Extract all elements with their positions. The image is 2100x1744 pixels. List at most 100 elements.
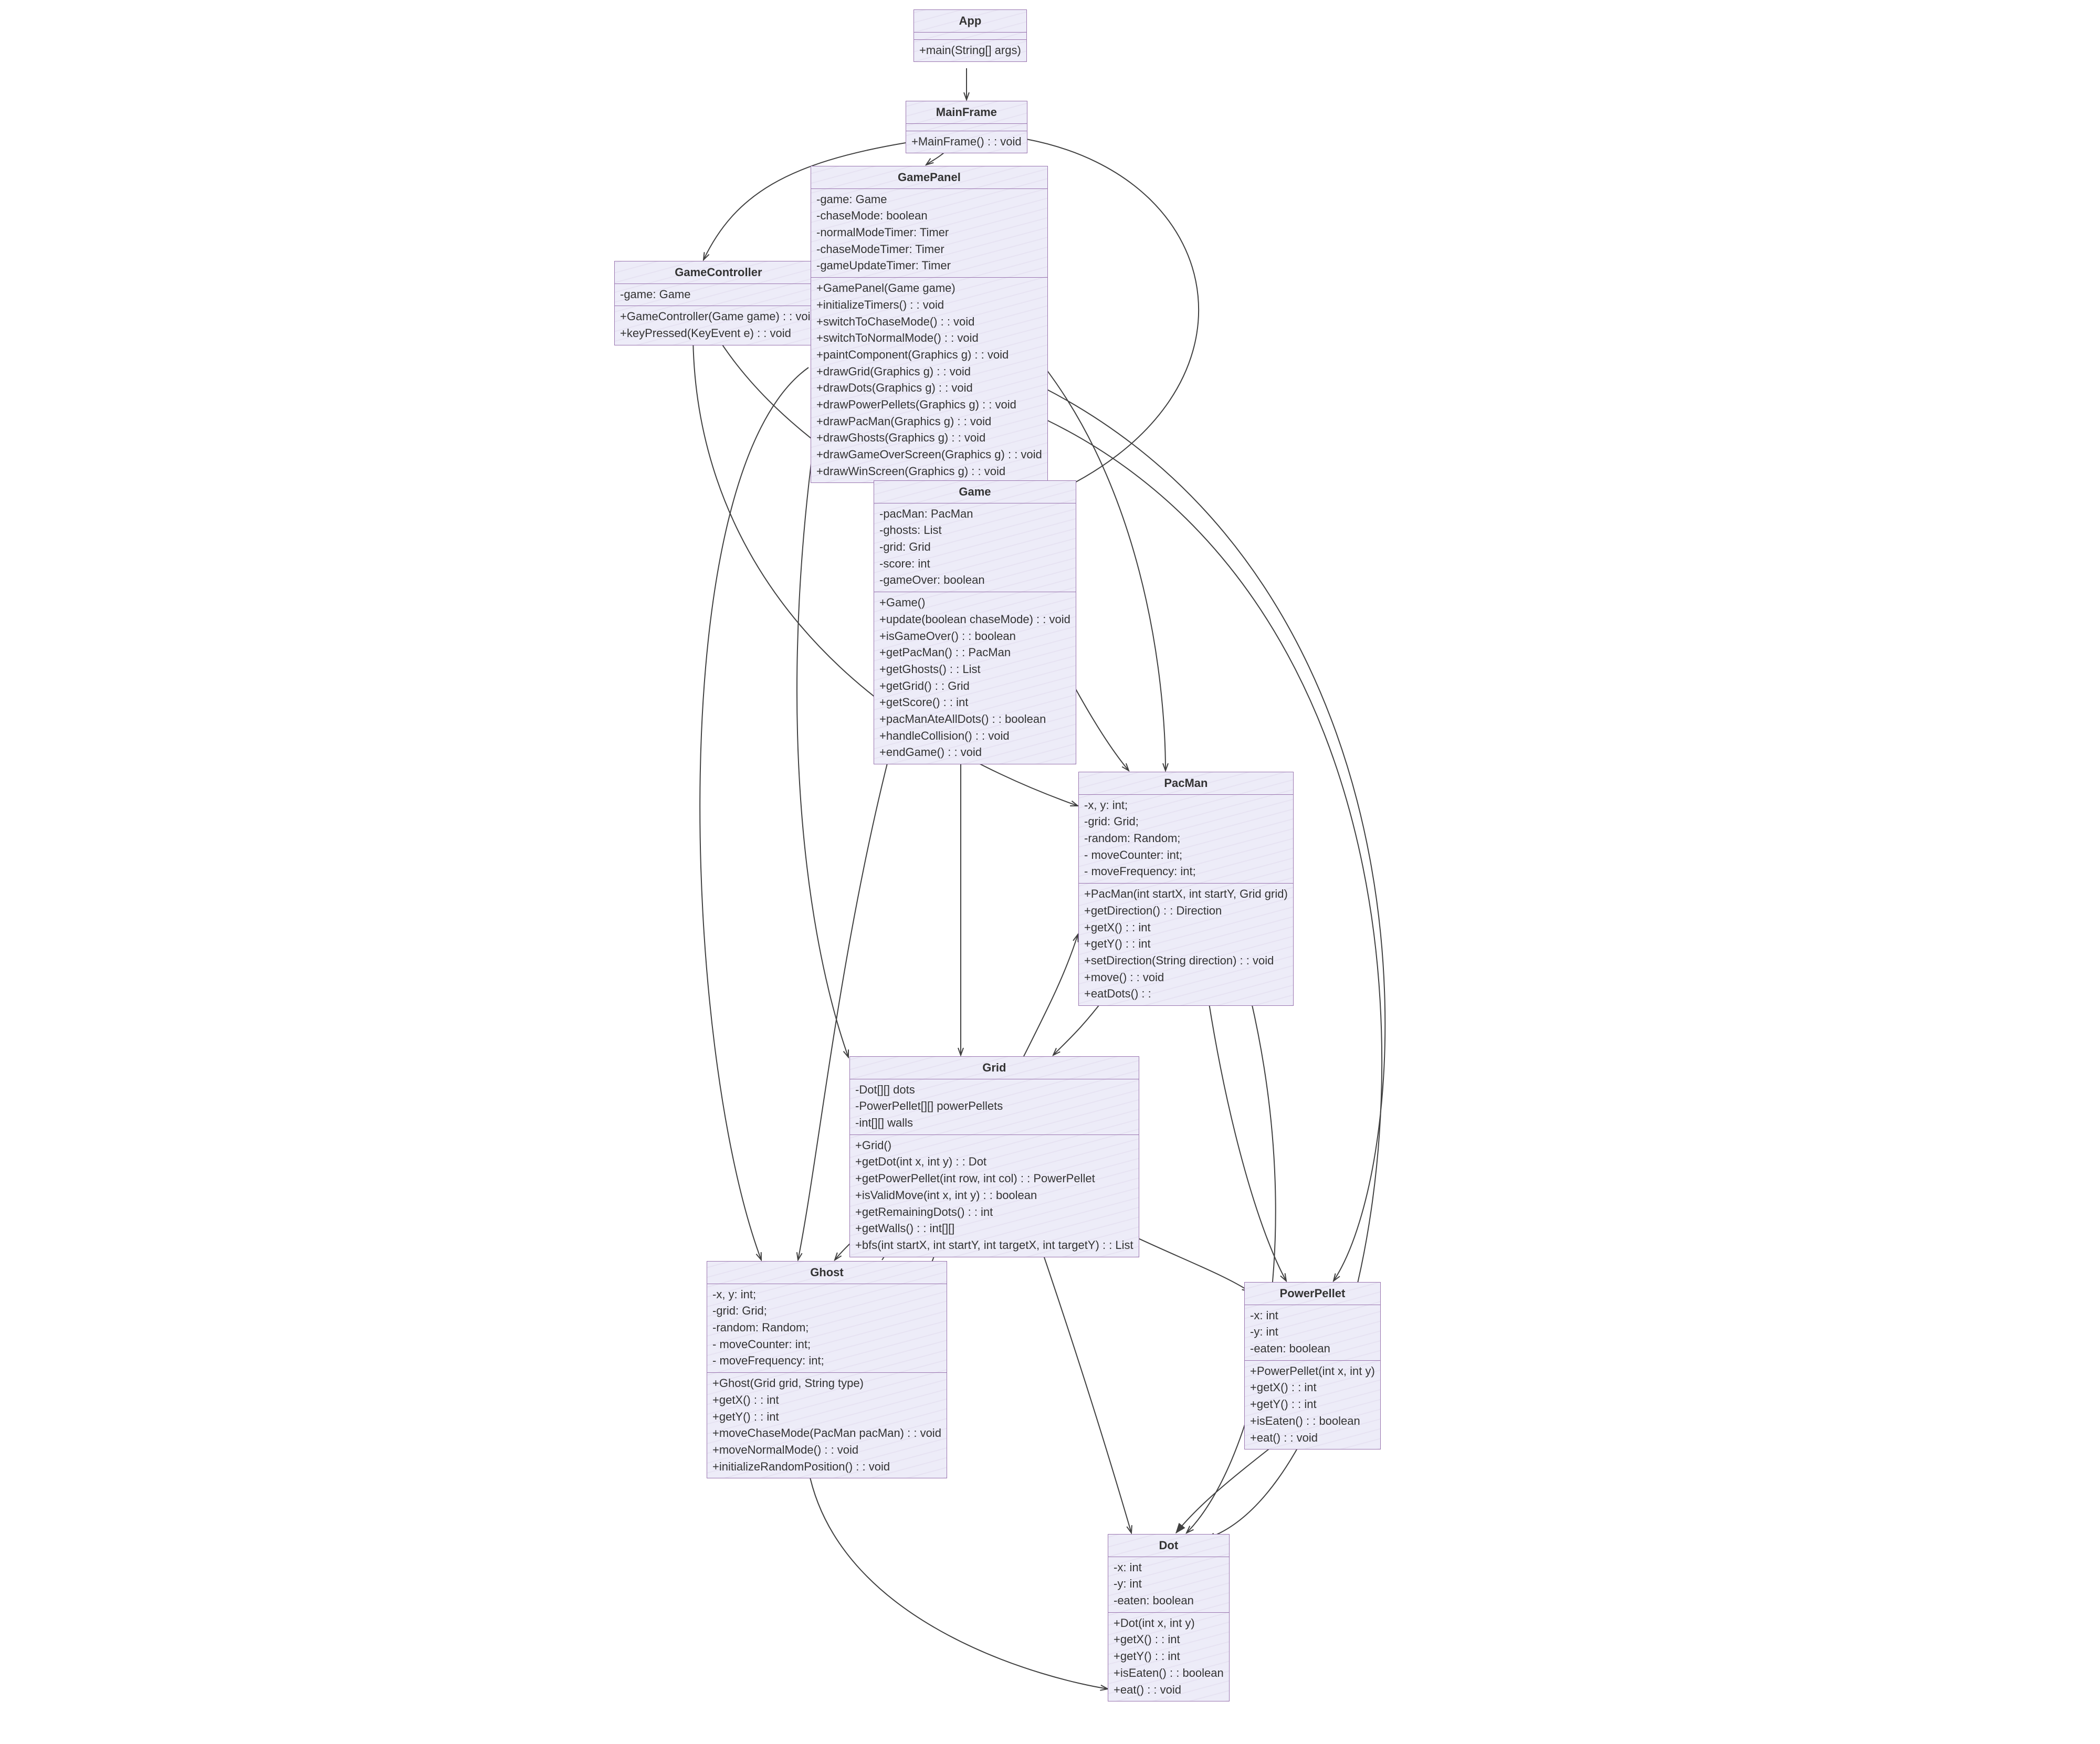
method: +Ghost(Grid grid, String type) (712, 1375, 941, 1392)
method: +keyPressed(KeyEvent e) : : void (620, 325, 817, 342)
class-title: GamePanel (811, 166, 1047, 189)
method: +getDirection() : : Direction (1084, 902, 1288, 919)
class-title: Ghost (707, 1262, 947, 1284)
method: +initializeTimers() : : void (816, 297, 1042, 313)
method: +getX() : : int (1084, 919, 1288, 936)
class-Game: Game -pacMan: PacMan -ghosts: List -grid… (874, 480, 1076, 764)
method: +getY() : : int (1114, 1648, 1224, 1665)
field: -game: Game (816, 191, 1042, 208)
method: +isGameOver() : : boolean (879, 628, 1070, 645)
class-MainFrame: MainFrame +MainFrame() : : void (906, 101, 1027, 153)
method: +isEaten() : : boolean (1250, 1413, 1375, 1430)
arrows-layer (0, 0, 2100, 1744)
method: +drawGameOverScreen(Graphics g) : : void (816, 446, 1042, 463)
class-App: App +main(String[] args) (914, 9, 1027, 62)
field: -ghosts: List (879, 522, 1070, 539)
field: -x, y: int; (712, 1286, 941, 1303)
field: -grid: Grid; (1084, 813, 1288, 830)
method: +getDot(int x, int y) : : Dot (855, 1153, 1133, 1170)
field: -chaseMode: boolean (816, 207, 1042, 224)
method: +handleCollision() : : void (879, 728, 1070, 744)
field: - moveFrequency: int; (1084, 863, 1288, 880)
class-title: GameController (615, 261, 822, 284)
field: -eaten: boolean (1250, 1340, 1375, 1357)
method: +getRemainingDots() : : int (855, 1204, 1133, 1221)
method: +getX() : : int (1250, 1379, 1375, 1396)
method: +drawDots(Graphics g) : : void (816, 380, 1042, 396)
class-GamePanel: GamePanel -game: Game -chaseMode: boolea… (811, 166, 1048, 483)
method: +paintComponent(Graphics g) : : void (816, 346, 1042, 363)
field: - moveCounter: int; (712, 1336, 941, 1353)
field: -pacMan: PacMan (879, 506, 1070, 522)
field: -grid: Grid (879, 539, 1070, 555)
field: - moveFrequency: int; (712, 1352, 941, 1369)
method: +update(boolean chaseMode) : : void (879, 611, 1070, 628)
field: -x, y: int; (1084, 797, 1288, 814)
field: -chaseModeTimer: Timer (816, 241, 1042, 258)
method: +getX() : : int (712, 1392, 941, 1409)
method: +endGame() : : void (879, 744, 1070, 761)
field: -gameOver: boolean (879, 572, 1070, 589)
method: +getPacMan() : : PacMan (879, 644, 1070, 661)
method: +drawPowerPellets(Graphics g) : : void (816, 396, 1042, 413)
method: +drawWinScreen(Graphics g) : : void (816, 463, 1042, 480)
class-title: PacMan (1079, 772, 1293, 795)
field: -random: Random; (712, 1319, 941, 1336)
field: -game: Game (620, 286, 817, 303)
field: -x: int (1114, 1559, 1224, 1576)
class-Dot: Dot -x: int -y: int -eaten: boolean +Dot… (1108, 1534, 1230, 1701)
method: +getPowerPellet(int row, int col) : : Po… (855, 1170, 1133, 1187)
method: +eat() : : void (1250, 1430, 1375, 1446)
field: -y: int (1250, 1323, 1375, 1340)
method: +Dot(int x, int y) (1114, 1615, 1224, 1632)
method: +drawGhosts(Graphics g) : : void (816, 429, 1042, 446)
field: -y: int (1114, 1575, 1224, 1592)
class-Ghost: Ghost -x, y: int; -grid: Grid; -random: … (707, 1261, 947, 1478)
method: +MainFrame() : : void (911, 133, 1022, 150)
method: +getY() : : int (1084, 936, 1288, 952)
method: +main(String[] args) (919, 42, 1021, 59)
method: +getGhosts() : : List (879, 661, 1070, 678)
method: +moveChaseMode(PacMan pacMan) : : void (712, 1425, 941, 1442)
field: -random: Random; (1084, 830, 1288, 847)
class-title: MainFrame (906, 101, 1027, 124)
method: +getWalls() : : int[][] (855, 1220, 1133, 1237)
method: +moveNormalMode() : : void (712, 1442, 941, 1458)
class-title: App (914, 10, 1026, 33)
field: -Dot[][] dots (855, 1081, 1133, 1098)
method: +Grid() (855, 1137, 1133, 1154)
method: +move() : : void (1084, 969, 1288, 986)
method: +PowerPellet(int x, int y) (1250, 1363, 1375, 1380)
field: -int[][] walls (855, 1115, 1133, 1131)
method: +setDirection(String direction) : : void (1084, 952, 1288, 969)
class-title: Game (874, 481, 1076, 503)
class-title: PowerPellet (1245, 1283, 1380, 1305)
method: +initializeRandomPosition() : : void (712, 1458, 941, 1475)
method: +switchToChaseMode() : : void (816, 313, 1042, 330)
field: -score: int (879, 555, 1070, 572)
method: +eatDots() : : (1084, 985, 1288, 1002)
field: -gameUpdateTimer: Timer (816, 257, 1042, 274)
field: - moveCounter: int; (1084, 847, 1288, 864)
method: +pacManAteAllDots() : : boolean (879, 711, 1070, 728)
class-title: Dot (1108, 1535, 1229, 1557)
field: -normalModeTimer: Timer (816, 224, 1042, 241)
method: +getGrid() : : Grid (879, 678, 1070, 695)
field: -grid: Grid; (712, 1302, 941, 1319)
method: +isValidMove(int x, int y) : : boolean (855, 1187, 1133, 1204)
method: +getY() : : int (712, 1409, 941, 1425)
method: +isEaten() : : boolean (1114, 1665, 1224, 1682)
class-GameController: GameController -game: Game +GameControll… (614, 261, 823, 345)
method: +drawPacMan(Graphics g) : : void (816, 413, 1042, 430)
class-PowerPellet: PowerPellet -x: int -y: int -eaten: bool… (1244, 1282, 1381, 1449)
field: -x: int (1250, 1307, 1375, 1324)
class-Grid: Grid -Dot[][] dots -PowerPellet[][] powe… (849, 1056, 1139, 1257)
field: -PowerPellet[][] powerPellets (855, 1098, 1133, 1115)
method: +GamePanel(Game game) (816, 280, 1042, 297)
method: +getY() : : int (1250, 1396, 1375, 1413)
class-title: Grid (850, 1057, 1139, 1079)
method: +getX() : : int (1114, 1631, 1224, 1648)
method: +getScore() : : int (879, 694, 1070, 711)
field: -eaten: boolean (1114, 1592, 1224, 1609)
class-PacMan: PacMan -x, y: int; -grid: Grid; -random:… (1078, 772, 1294, 1006)
